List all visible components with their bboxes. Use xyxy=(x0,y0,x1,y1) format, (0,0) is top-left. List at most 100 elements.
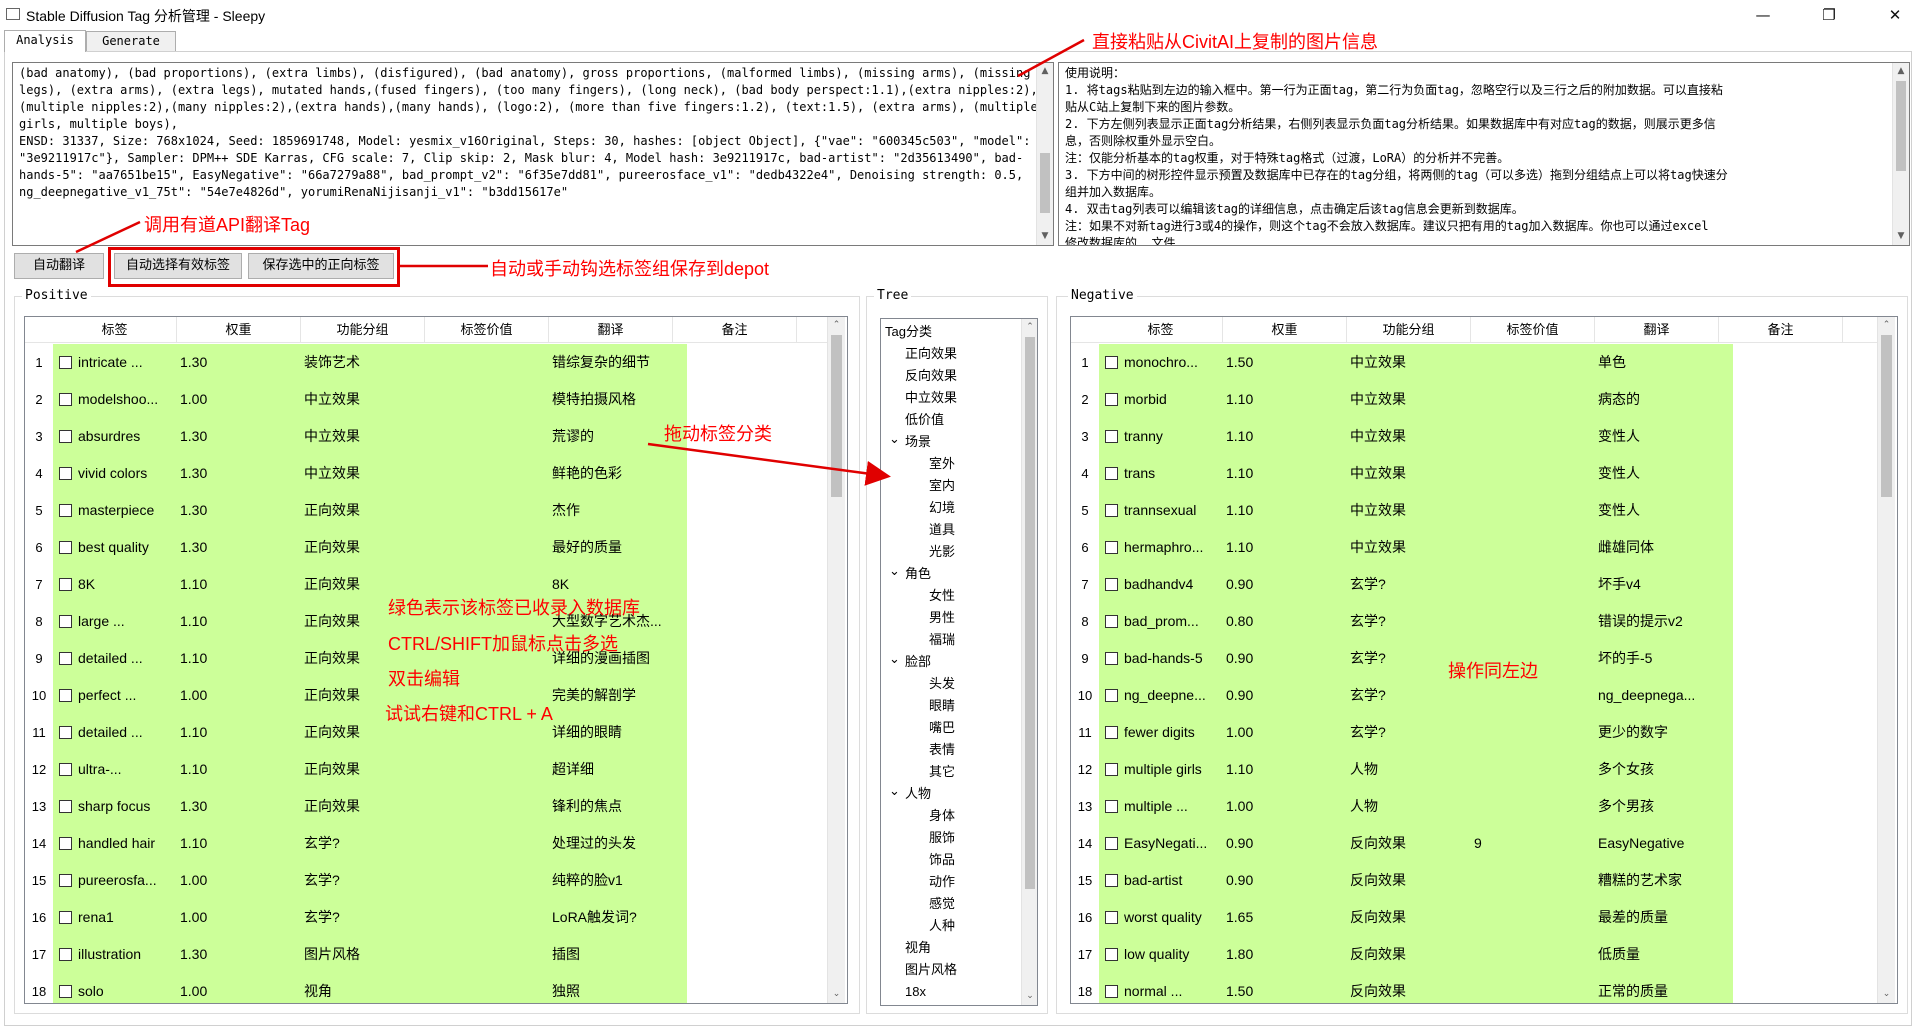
column-header[interactable]: 标签价值 xyxy=(1471,317,1595,343)
table-row[interactable]: 14 EasyNegati... 0.90 反向效果 9 EasyNegative xyxy=(1071,825,1879,862)
row-checkbox[interactable] xyxy=(1105,467,1118,480)
cell-translation[interactable]: 荒谬的 xyxy=(549,418,673,455)
cell-note[interactable] xyxy=(673,566,797,603)
row-checkbox[interactable] xyxy=(59,800,72,813)
table-scrollbar[interactable]: ⌃ ⌄ xyxy=(1877,317,1895,1003)
cell-group[interactable]: 反向效果 xyxy=(1347,825,1471,862)
cell-group[interactable]: 中立效果 xyxy=(1347,418,1471,455)
cell-value[interactable] xyxy=(425,344,549,381)
cell-weight[interactable]: 1.00 xyxy=(1223,714,1347,751)
row-checkbox[interactable] xyxy=(59,615,72,628)
cell-value[interactable] xyxy=(1471,899,1595,936)
row-checkbox[interactable] xyxy=(1105,578,1118,591)
row-checkbox[interactable] xyxy=(1105,985,1118,998)
cell-translation[interactable]: 最差的质量 xyxy=(1595,899,1719,936)
row-checkbox[interactable] xyxy=(1105,689,1118,702)
cell-group[interactable]: 人物 xyxy=(1347,751,1471,788)
cell-note[interactable] xyxy=(1719,640,1843,677)
cell-tag[interactable]: ng_deepne... xyxy=(1121,677,1223,714)
cell-note[interactable] xyxy=(1719,677,1843,714)
tree-node[interactable]: 视角 xyxy=(905,937,931,959)
cell-tag[interactable]: absurdres xyxy=(75,418,177,455)
scroll-thumb[interactable] xyxy=(1040,153,1050,213)
column-header[interactable]: 权重 xyxy=(1223,317,1347,343)
row-checkbox[interactable] xyxy=(59,356,72,369)
tree-node[interactable]: ⌄ 脸部 xyxy=(889,651,931,673)
cell-value[interactable] xyxy=(1471,862,1595,899)
row-checkbox[interactable] xyxy=(1105,652,1118,665)
cell-weight[interactable]: 0.90 xyxy=(1223,640,1347,677)
cell-value[interactable] xyxy=(1471,381,1595,418)
cell-tag[interactable]: detailed ... xyxy=(75,640,177,677)
cell-translation[interactable]: 模特拍摄风格 xyxy=(549,381,673,418)
row-checkbox[interactable] xyxy=(1105,763,1118,776)
cell-translation[interactable]: 低质量 xyxy=(1595,936,1719,973)
row-checkbox[interactable] xyxy=(1105,541,1118,554)
cell-note[interactable] xyxy=(1719,603,1843,640)
cell-note[interactable] xyxy=(673,973,797,1003)
row-checkbox[interactable] xyxy=(1105,726,1118,739)
cell-tag[interactable]: large ... xyxy=(75,603,177,640)
scroll-down-icon[interactable]: ▼ xyxy=(1037,228,1053,245)
cell-tag[interactable]: monochro... xyxy=(1121,344,1223,381)
tree-node[interactable]: 人种 xyxy=(929,915,955,937)
cell-tag[interactable]: low quality xyxy=(1121,936,1223,973)
table-row[interactable]: 8 bad_prom... 0.80 玄学? 错误的提示v2 xyxy=(1071,603,1879,640)
scroll-down-icon[interactable]: ⌄ xyxy=(828,986,845,1003)
tree-node[interactable]: 18x xyxy=(905,981,926,1003)
cell-value[interactable] xyxy=(1471,603,1595,640)
cell-group[interactable]: 正向效果 xyxy=(301,492,425,529)
table-row[interactable]: 1 intricate ... 1.30 装饰艺术 错综复杂的细节 xyxy=(25,344,829,381)
row-checkbox[interactable] xyxy=(59,578,72,591)
cell-group[interactable]: 正向效果 xyxy=(301,529,425,566)
cell-note[interactable] xyxy=(1719,899,1843,936)
row-checkbox[interactable] xyxy=(59,911,72,924)
cell-translation[interactable]: 更少的数字 xyxy=(1595,714,1719,751)
chevron-down-icon[interactable]: ⌄ xyxy=(889,560,900,582)
row-checkbox[interactable] xyxy=(59,393,72,406)
table-row[interactable]: 18 normal ... 1.50 反向效果 正常的质量 xyxy=(1071,973,1879,1003)
cell-value[interactable] xyxy=(425,751,549,788)
table-row[interactable]: 14 handled hair 1.10 玄学? 处理过的头发 xyxy=(25,825,829,862)
cell-translation[interactable]: 超详细 xyxy=(549,751,673,788)
table-row[interactable]: 18 solo 1.00 视角 独照 xyxy=(25,973,829,1003)
cell-value[interactable] xyxy=(1471,973,1595,1003)
table-row[interactable]: 5 masterpiece 1.30 正向效果 杰作 xyxy=(25,492,829,529)
tree-node[interactable]: ⌄ 人物 xyxy=(889,783,931,805)
cell-translation[interactable]: EasyNegative xyxy=(1595,825,1719,862)
cell-translation[interactable]: 最好的质量 xyxy=(549,529,673,566)
close-button[interactable]: ✕ xyxy=(1872,0,1918,30)
cell-value[interactable] xyxy=(425,418,549,455)
tree-node[interactable]: 眼睛 xyxy=(929,695,955,717)
cell-weight[interactable]: 1.30 xyxy=(177,936,301,973)
cell-translation[interactable]: 正常的质量 xyxy=(1595,973,1719,1003)
cell-translation[interactable]: 错误的提示v2 xyxy=(1595,603,1719,640)
cell-group[interactable]: 装饰艺术 xyxy=(301,344,425,381)
cell-value[interactable] xyxy=(1471,344,1595,381)
cell-weight[interactable]: 0.90 xyxy=(1223,825,1347,862)
table-row[interactable]: 17 illustration 1.30 图片风格 插图 xyxy=(25,936,829,973)
row-checkbox[interactable] xyxy=(1105,837,1118,850)
cell-note[interactable] xyxy=(673,714,797,751)
cell-translation[interactable]: 多个男孩 xyxy=(1595,788,1719,825)
cell-group[interactable]: 人物 xyxy=(1347,788,1471,825)
tree-node[interactable]: 室外 xyxy=(929,453,955,475)
cell-note[interactable] xyxy=(673,788,797,825)
cell-value[interactable] xyxy=(425,899,549,936)
cell-tag[interactable]: masterpiece xyxy=(75,492,177,529)
tree-node[interactable]: ⌄ 角色 xyxy=(889,563,931,585)
chevron-down-icon[interactable]: ⌄ xyxy=(889,428,900,450)
cell-group[interactable]: 中立效果 xyxy=(1347,381,1471,418)
cell-weight[interactable]: 1.30 xyxy=(177,529,301,566)
cell-weight[interactable]: 1.10 xyxy=(177,714,301,751)
row-checkbox[interactable] xyxy=(59,985,72,998)
cell-value[interactable] xyxy=(1471,714,1595,751)
cell-tag[interactable]: illustration xyxy=(75,936,177,973)
tree-node[interactable]: 中立效果 xyxy=(905,387,957,409)
cell-translation[interactable]: 单色 xyxy=(1595,344,1719,381)
table-row[interactable]: 5 trannsexual 1.10 中立效果 变性人 xyxy=(1071,492,1879,529)
cell-weight[interactable]: 1.00 xyxy=(177,973,301,1003)
cell-note[interactable] xyxy=(673,344,797,381)
cell-note[interactable] xyxy=(673,492,797,529)
column-header[interactable]: 标签 xyxy=(1099,317,1223,343)
